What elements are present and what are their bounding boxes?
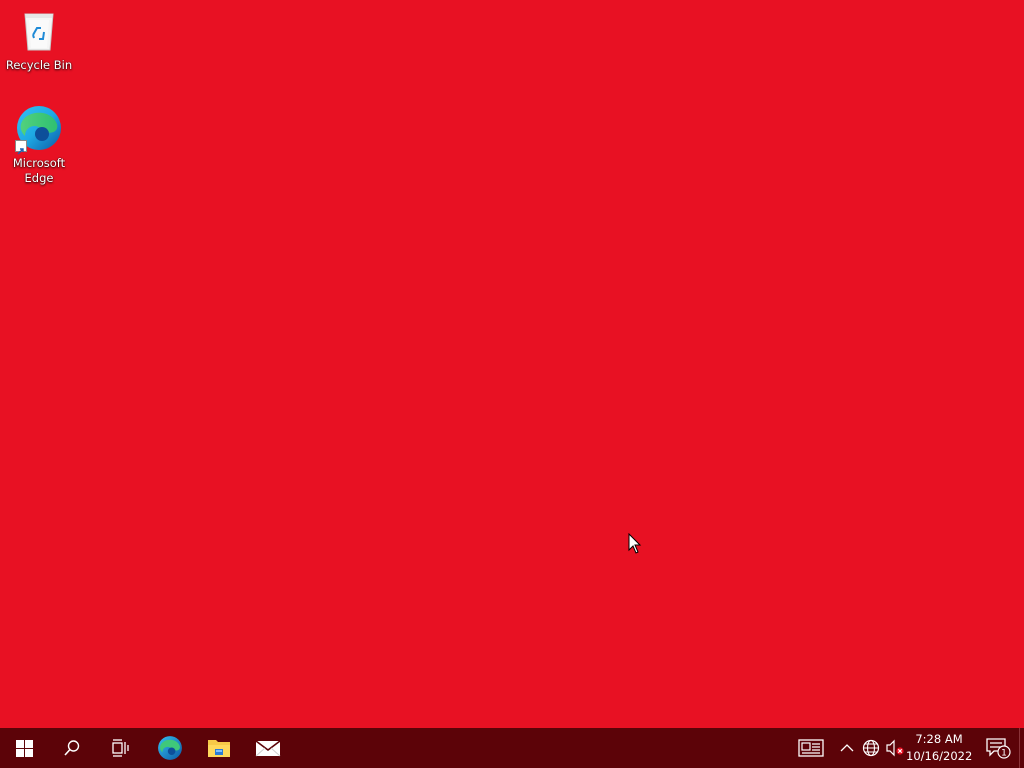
- task-view-icon: [112, 739, 129, 757]
- windows-logo-icon: [15, 739, 33, 757]
- show-desktop-button[interactable]: [1019, 728, 1024, 768]
- taskbar-edge-button[interactable]: [146, 728, 194, 768]
- clock-time: 7:28 AM: [915, 732, 963, 746]
- recycle-bin-shortcut[interactable]: Recycle Bin: [1, 6, 77, 73]
- network-button[interactable]: [860, 728, 882, 768]
- volume-button[interactable]: [884, 728, 906, 768]
- show-hidden-icons-button[interactable]: [836, 728, 858, 768]
- news-interests-icon: [798, 739, 824, 757]
- recycle-bin-label: Recycle Bin: [5, 58, 73, 72]
- task-view-button[interactable]: [96, 728, 144, 768]
- clock[interactable]: 7:28 AM 10/16/2022: [906, 728, 972, 768]
- taskbar: 7:28 AM 10/16/2022 1: [0, 728, 1024, 768]
- file-explorer-icon: [208, 740, 230, 757]
- volume-muted-icon: [886, 739, 904, 757]
- news-interests-button[interactable]: [792, 728, 830, 768]
- taskbar-file-explorer-button[interactable]: [195, 728, 243, 768]
- mail-icon: [255, 740, 281, 757]
- clock-date: 10/16/2022: [906, 749, 973, 763]
- search-icon: [64, 740, 80, 756]
- network-globe-icon: [862, 739, 880, 757]
- notification-icon: 1: [986, 738, 1011, 759]
- taskbar-mail-button[interactable]: [244, 728, 292, 768]
- start-button[interactable]: [0, 728, 48, 768]
- edge-icon: [15, 104, 63, 155]
- notification-count: 1: [1001, 749, 1007, 759]
- desktop[interactable]: Recycle Bin Microsoft Edge: [0, 0, 1024, 728]
- edge-label: Microsoft Edge: [12, 156, 66, 185]
- edge-shortcut[interactable]: Microsoft Edge: [1, 104, 77, 186]
- action-center-button[interactable]: 1: [978, 728, 1018, 768]
- recycle-bin-icon: [15, 6, 63, 54]
- chevron-up-icon: [840, 744, 854, 752]
- search-button[interactable]: [48, 728, 96, 768]
- edge-icon: [158, 736, 182, 760]
- mouse-cursor-icon: [628, 532, 642, 555]
- shortcut-arrow-icon: [15, 140, 27, 155]
